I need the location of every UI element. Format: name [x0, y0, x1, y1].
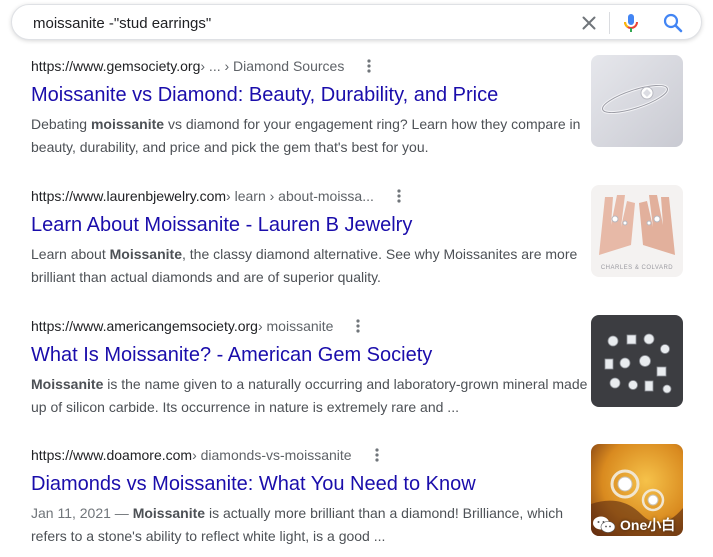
more-options-button[interactable]	[362, 57, 376, 75]
result-breadcrumb: › learn › about-moissa...	[226, 188, 374, 204]
result-date: Jan 11, 2021 —	[31, 505, 133, 521]
snippet-keyword: Moissanite	[109, 246, 182, 262]
thumb-caption: CHARLES & COLVARD	[601, 265, 673, 271]
result-title-link[interactable]: Moissanite vs Diamond: Beauty, Durabilit…	[31, 82, 591, 108]
result-snippet: Debating moissanite vs diamond for your …	[31, 113, 591, 159]
result-title-link[interactable]: Diamonds vs Moissanite: What You Need to…	[31, 471, 591, 497]
search-result: https://www.laurenbjewelry.com › learn ›…	[31, 187, 591, 289]
result-thumbnail-ring[interactable]	[591, 55, 683, 147]
result-domain[interactable]: https://www.doamore.com	[31, 447, 192, 463]
search-divider	[609, 12, 610, 34]
result-breadcrumb: › moissanite	[257, 318, 334, 334]
result-domain[interactable]: https://www.americangemsociety.org	[31, 318, 258, 334]
result-snippet: Learn about Moissanite, the classy diamo…	[31, 243, 591, 289]
loose-gems-image	[591, 315, 683, 407]
wechat-icon	[593, 516, 616, 533]
result-citation: https://www.gemsociety.org › ... › Diamo…	[31, 57, 591, 75]
ring-image	[591, 55, 683, 147]
clear-search-button[interactable]	[577, 11, 601, 35]
search-result: https://www.americangemsociety.org › moi…	[31, 317, 591, 419]
search-result: https://www.gemsociety.org › ... › Diamo…	[31, 57, 591, 159]
snippet-text: is the name given to a naturally occurri…	[31, 376, 588, 415]
result-citation: https://www.laurenbjewelry.com › learn ›…	[31, 187, 591, 205]
snippet-keyword: Moissanite	[132, 505, 206, 521]
result-citation: https://www.americangemsociety.org › moi…	[31, 317, 591, 335]
result-domain[interactable]: https://www.laurenbjewelry.com	[31, 188, 226, 204]
more-vert-icon	[356, 319, 361, 333]
watermark: One小白	[592, 513, 675, 537]
search-icon	[663, 13, 683, 33]
more-vert-icon	[374, 448, 379, 462]
result-domain[interactable]: https://www.gemsociety.org	[31, 58, 200, 74]
result-title-link[interactable]: What Is Moissanite? - American Gem Socie…	[31, 342, 591, 368]
result-breadcrumb: › ... › Diamond Sources	[200, 58, 345, 74]
close-icon	[582, 16, 596, 30]
result-thumbnail-hands[interactable]: CHARLES & COLVARD	[591, 185, 683, 277]
search-bar	[11, 4, 702, 40]
watermark-text: One小白	[620, 517, 676, 533]
result-snippet: Jan 11, 2021 — Moissanite is actually mo…	[31, 502, 591, 548]
more-vert-icon	[397, 189, 401, 203]
hands-with-rings-image: CHARLES & COLVARD	[591, 185, 683, 277]
voice-search-button[interactable]	[619, 11, 643, 35]
more-options-button[interactable]	[351, 317, 365, 335]
result-thumbnail-gems[interactable]	[591, 315, 683, 407]
result-breadcrumb: › diamonds-vs-moissanite	[192, 447, 352, 463]
result-snippet: Moissanite is the name given to a natura…	[31, 373, 591, 419]
search-input[interactable]	[33, 13, 553, 33]
snippet-keyword: moissanite	[90, 116, 165, 132]
snippet-text: Learn about	[31, 246, 110, 262]
search-button[interactable]	[661, 11, 685, 35]
microphone-icon	[624, 14, 638, 32]
more-options-button[interactable]	[370, 446, 384, 464]
search-result: https://www.doamore.com › diamonds-vs-mo…	[31, 446, 591, 548]
result-title-link[interactable]: Learn About Moissanite - Lauren B Jewelr…	[31, 212, 591, 238]
snippet-keyword: Moissanite	[31, 376, 104, 392]
more-options-button[interactable]	[392, 187, 406, 205]
result-citation: https://www.doamore.com › diamonds-vs-mo…	[31, 446, 591, 464]
snippet-text: Debating	[31, 116, 91, 132]
more-vert-icon	[367, 59, 371, 73]
